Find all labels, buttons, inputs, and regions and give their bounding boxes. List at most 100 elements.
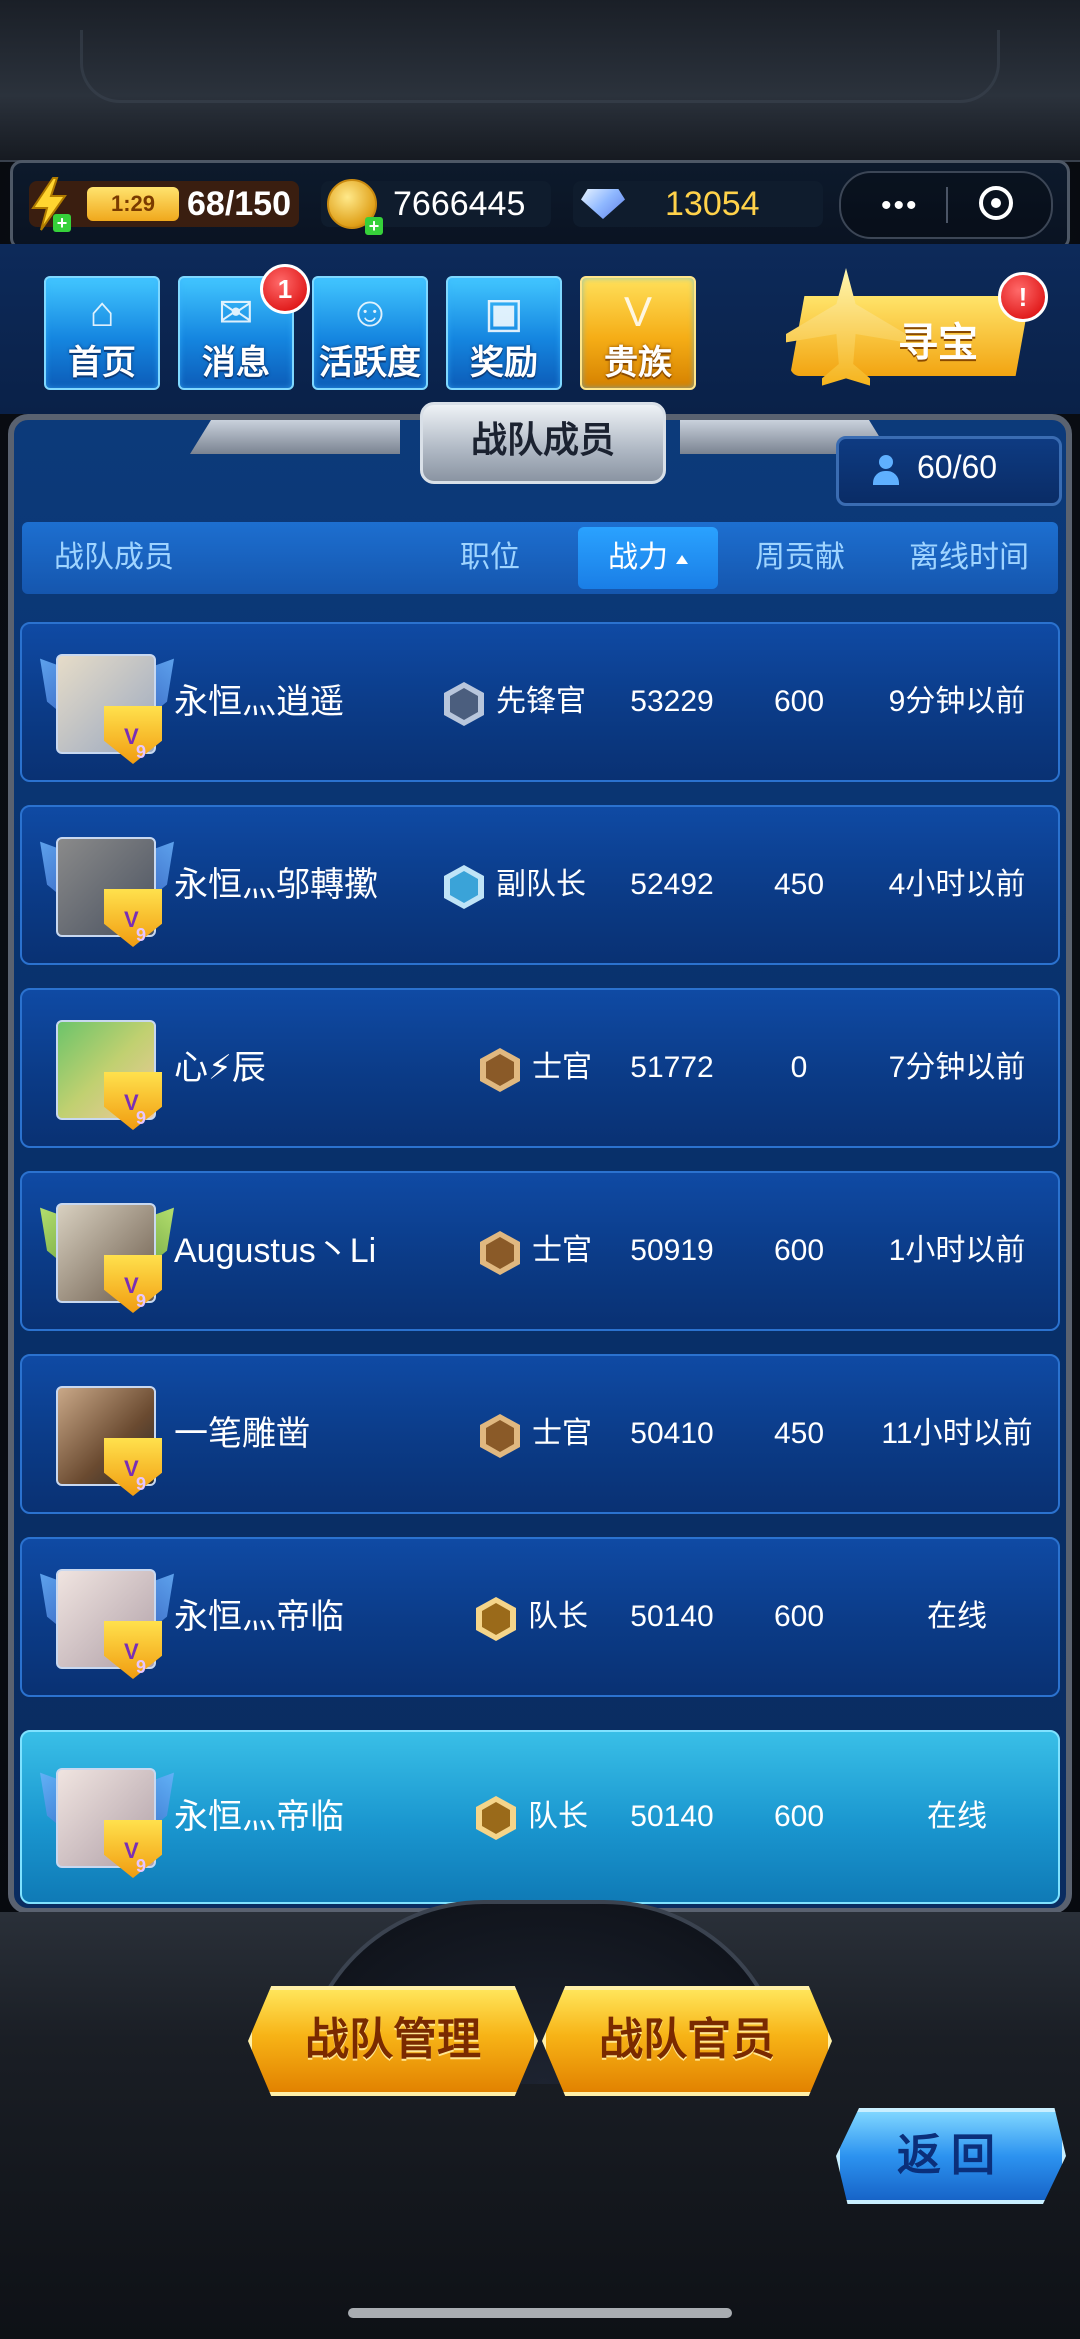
table-header: 战队成员 职位 战力 周贡献 离线时间 (22, 522, 1058, 594)
vip-icon: V (104, 1072, 162, 1130)
nav-noble-button[interactable]: V 贵族 (580, 276, 696, 390)
member-position: 先锋官 (496, 685, 586, 718)
member-position: 士官 (532, 1051, 592, 1084)
member-offline: 4小时以前 (888, 868, 1026, 901)
diamond-counter[interactable]: 13054 (573, 181, 823, 227)
more-icon[interactable]: ••• (881, 189, 919, 223)
avatar: V9 (40, 1758, 174, 1878)
member-power: 50140 (630, 1600, 714, 1633)
smile-icon: ☺ (348, 288, 392, 335)
vip-icon: V (104, 1820, 162, 1878)
sort-up-icon (676, 554, 688, 564)
vip-icon: V (104, 1438, 162, 1496)
table-row[interactable]: V9 Augustus丶Li 士官 50919 600 1小时以前 (20, 1171, 1060, 1331)
nav-messages-button[interactable]: ✉ 消息 1 (178, 264, 310, 390)
target-icon[interactable] (979, 186, 1013, 220)
avatar: V9 (42, 1010, 172, 1130)
member-power: 51772 (630, 1051, 714, 1084)
nav-rewards-button[interactable]: ▣ 奖励 (446, 276, 562, 390)
back-label: 返回 (897, 2131, 1005, 2180)
table-row[interactable]: V9 一笔雕凿 士官 50410 450 11小时以前 (20, 1354, 1060, 1514)
member-week: 0 (790, 1051, 808, 1084)
treasure-button[interactable]: 寻宝 (790, 296, 1030, 376)
member-offline: 7分钟以前 (888, 1051, 1026, 1084)
energy-counter[interactable]: + 1:29 68/150 (29, 177, 299, 232)
member-week: 600 (773, 685, 825, 718)
mini-program-capsule: ••• (839, 171, 1053, 239)
rank-insignia-icon (476, 1597, 516, 1641)
member-name: 永恒灬逍遥 (174, 683, 344, 721)
energy-value: 68/150 (187, 185, 291, 223)
header-position[interactable]: 职位 (442, 522, 538, 594)
nav-home-button[interactable]: ⌂ 首页 (44, 276, 160, 390)
team-manage-label: 战队管理 (305, 2015, 481, 2064)
member-count-value: 60/60 (917, 449, 998, 485)
top-frame (0, 0, 1080, 162)
avatar: V9 (40, 644, 174, 764)
member-offline: 在线 (927, 1800, 987, 1833)
home-indicator[interactable] (348, 2308, 732, 2318)
add-gold-icon[interactable]: + (365, 217, 383, 235)
table-row[interactable]: V9 心⚡辰 士官 51772 0 7分钟以前 (20, 988, 1060, 1148)
header-power-label: 战力 (608, 541, 668, 574)
header-member[interactable]: 战队成员 (54, 522, 254, 594)
member-name: 一笔雕凿 (174, 1415, 310, 1453)
member-power: 50140 (630, 1800, 714, 1833)
treasure-label: 寻宝 (898, 321, 978, 365)
coin-icon: + (327, 179, 383, 235)
header-week[interactable]: 周贡献 (730, 522, 870, 594)
panel-title-plate: 战队成员 (420, 402, 666, 484)
team-manage-button[interactable]: 战队管理 (248, 1986, 538, 2096)
diamond-value: 13054 (665, 184, 760, 223)
nav-activity-label: 活跃度 (319, 344, 421, 382)
nav-rewards-label: 奖励 (470, 344, 538, 382)
messages-badge: 1 (260, 264, 310, 314)
rank-insignia-icon (444, 682, 484, 726)
header-offline[interactable]: 离线时间 (884, 522, 1054, 594)
table-row[interactable]: V9 永恒灬邬轉擹 副队长 52492 450 4小时以前 (20, 805, 1060, 965)
member-position: 队长 (528, 1800, 588, 1833)
rank-insignia-icon (444, 865, 484, 909)
treasure-badge: ! (998, 272, 1048, 322)
member-power: 50410 (630, 1417, 714, 1450)
back-button[interactable]: 返回 (836, 2108, 1066, 2204)
header-power[interactable]: 战力 (578, 527, 718, 589)
nav-home-label: 首页 (68, 344, 136, 382)
avatar: V9 (42, 1376, 172, 1496)
member-week: 600 (773, 1800, 825, 1833)
member-power: 53229 (630, 685, 714, 718)
member-name: 永恒灬帝临 (174, 1598, 344, 1636)
vip-icon: V (104, 1621, 162, 1679)
nav-messages-label: 消息 (202, 344, 270, 382)
member-week: 450 (773, 868, 825, 901)
member-position: 副队长 (496, 868, 586, 901)
avatar: V9 (40, 1559, 174, 1679)
member-name: Augustus丶Li (174, 1232, 377, 1270)
member-offline: 在线 (927, 1600, 987, 1633)
member-offline: 11小时以前 (881, 1417, 1033, 1450)
team-officers-button[interactable]: 战队官员 (542, 1986, 832, 2096)
avatar: V9 (40, 827, 174, 947)
add-energy-icon[interactable]: + (53, 214, 71, 232)
member-count: 60/60 (836, 436, 1062, 506)
rank-insignia-icon (480, 1048, 520, 1092)
member-offline: 9分钟以前 (888, 685, 1026, 718)
energy-timer: 1:29 (87, 187, 179, 221)
table-row-self[interactable]: V9 永恒灬帝临 队长 50140 600 在线 (20, 1730, 1060, 1904)
gold-counter[interactable]: + 7666445 (321, 179, 551, 235)
rank-insignia-icon (480, 1414, 520, 1458)
table-row[interactable]: V9 永恒灬帝临 队长 50140 600 在线 (20, 1537, 1060, 1697)
member-name: 永恒灬帝临 (174, 1798, 344, 1836)
member-position: 士官 (532, 1234, 592, 1267)
member-offline: 1小时以前 (888, 1234, 1026, 1267)
rank-insignia-icon (476, 1796, 516, 1840)
table-row[interactable]: V9 永恒灬逍遥 先锋官 53229 600 9分钟以前 (20, 622, 1060, 782)
avatar: V9 (40, 1193, 174, 1313)
gift-icon: ▣ (484, 289, 524, 336)
nav-bar: ⌂ 首页 ✉ 消息 1 ☺ 活跃度 ▣ 奖励 V 贵族 寻宝 ! (0, 244, 1080, 414)
lightning-icon: + (25, 176, 73, 232)
member-week: 450 (773, 1417, 825, 1450)
title-wing-left (190, 420, 400, 454)
nav-activity-button[interactable]: ☺ 活跃度 (312, 276, 428, 390)
member-power: 52492 (630, 868, 714, 901)
